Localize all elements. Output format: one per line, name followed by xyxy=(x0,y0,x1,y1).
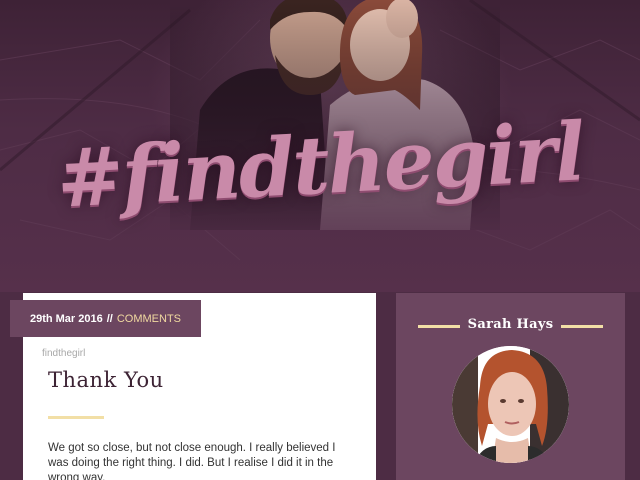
post-title[interactable]: Thank You xyxy=(48,368,164,392)
post-excerpt: We got so close, but not close enough. I… xyxy=(48,442,336,480)
post-meta-bar: 29th Mar 2016 // COMMENTS xyxy=(10,300,201,337)
title-divider xyxy=(48,416,104,419)
header-banner: #findthegirl xyxy=(0,0,640,292)
heading-rule-right xyxy=(561,325,603,328)
heading-rule-left xyxy=(418,325,460,328)
meta-separator: // xyxy=(106,312,113,325)
author-avatar xyxy=(452,346,569,463)
comments-link[interactable]: COMMENTS xyxy=(117,313,181,325)
post-category-link[interactable]: findthegirl xyxy=(42,348,85,359)
author-name: Sarah Hays xyxy=(467,317,554,332)
avatar-portrait xyxy=(452,346,569,463)
post-date: 29th Mar 2016 xyxy=(29,312,103,325)
